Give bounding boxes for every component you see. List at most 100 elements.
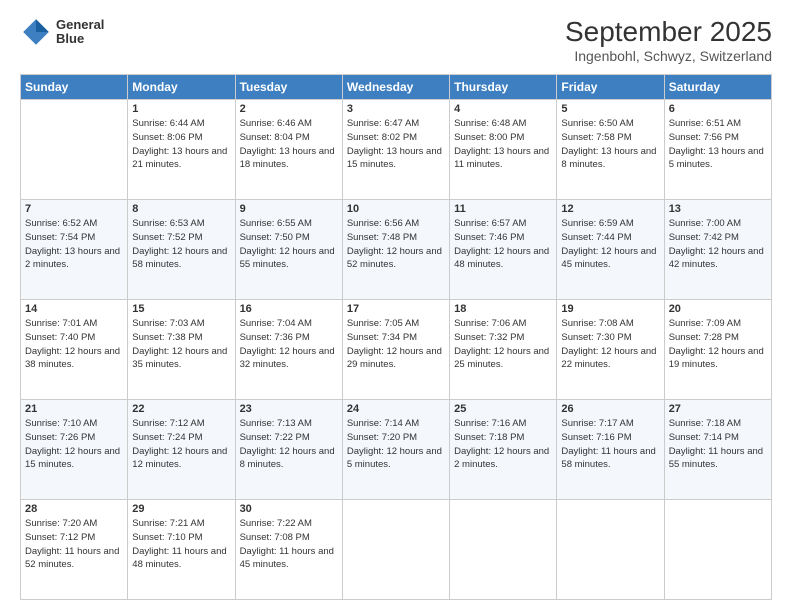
logo-icon <box>20 16 52 48</box>
logo-line2: Blue <box>56 32 104 46</box>
day-number: 11 <box>454 203 552 215</box>
page: General Blue September 2025 Ingenbohl, S… <box>0 0 792 612</box>
calendar-cell: 29Sunrise: 7:21 AMSunset: 7:10 PMDayligh… <box>128 500 235 600</box>
day-info: Sunrise: 6:51 AMSunset: 7:56 PMDaylight:… <box>669 117 767 172</box>
day-info: Sunrise: 7:20 AMSunset: 7:12 PMDaylight:… <box>25 517 123 572</box>
calendar-cell: 16Sunrise: 7:04 AMSunset: 7:36 PMDayligh… <box>235 300 342 400</box>
day-header-monday: Monday <box>128 75 235 100</box>
calendar-cell: 11 Sunrise: 6:57 AMSunset: 7:46 PMDayligh… <box>450 200 557 300</box>
calendar-week-2: 7 Sunrise: 6:52 AMSunset: 7:54 PMDaylight… <box>21 200 772 300</box>
day-info: Sunrise: 6:47 AMSunset: 8:02 PMDaylight:… <box>347 117 445 172</box>
calendar-subtitle: Ingenbohl, Schwyz, Switzerland <box>565 48 772 64</box>
calendar-week-1: 1 Sunrise: 6:44 AMSunset: 8:06 PMDaylight… <box>21 100 772 200</box>
day-header-tuesday: Tuesday <box>235 75 342 100</box>
calendar-cell: 2Sunrise: 6:46 AMSunset: 8:04 PMDaylight… <box>235 100 342 200</box>
calendar-title: September 2025 <box>565 16 772 48</box>
calendar-table: SundayMondayTuesdayWednesdayThursdayFrid… <box>20 74 772 600</box>
day-header-thursday: Thursday <box>450 75 557 100</box>
day-info: Sunrise: 6:52 AMSunset: 7:54 PMDaylight:… <box>25 217 123 272</box>
calendar-cell: 9 Sunrise: 6:55 AMSunset: 7:50 PMDaylight… <box>235 200 342 300</box>
day-number: 10 <box>347 203 445 215</box>
calendar-cell: 24 Sunrise: 7:14 AMSunset: 7:20 PMDayligh… <box>342 400 449 500</box>
day-number: 20 <box>669 303 767 315</box>
day-number: 7 <box>25 203 123 215</box>
day-info: Sunrise: 7:03 AMSunset: 7:38 PMDaylight:… <box>132 317 230 372</box>
day-number: 12 <box>561 203 659 215</box>
day-number: 23 <box>240 403 338 415</box>
calendar-week-3: 14Sunrise: 7:01 AMSunset: 7:40 PMDayligh… <box>21 300 772 400</box>
calendar-cell: 18 Sunrise: 7:06 AMSunset: 7:32 PMDayligh… <box>450 300 557 400</box>
day-info: Sunrise: 7:10 AMSunset: 7:26 PMDaylight:… <box>25 417 123 472</box>
day-number: 26 <box>561 403 659 415</box>
day-info: Sunrise: 7:13 AMSunset: 7:22 PMDaylight:… <box>240 417 338 472</box>
day-info: Sunrise: 6:55 AMSunset: 7:50 PMDaylight:… <box>240 217 338 272</box>
day-info: Sunrise: 6:44 AMSunset: 8:06 PMDaylight:… <box>132 117 230 172</box>
calendar-cell: 3 Sunrise: 6:47 AMSunset: 8:02 PMDaylight… <box>342 100 449 200</box>
calendar-cell: 12 Sunrise: 6:59 AMSunset: 7:44 PMDayligh… <box>557 200 664 300</box>
day-number: 28 <box>25 503 123 515</box>
calendar-cell: 27 Sunrise: 7:18 AMSunset: 7:14 PMDayligh… <box>664 400 771 500</box>
calendar-cell: 20 Sunrise: 7:09 AMSunset: 7:28 PMDayligh… <box>664 300 771 400</box>
day-number: 6 <box>669 103 767 115</box>
day-info: Sunrise: 7:09 AMSunset: 7:28 PMDaylight:… <box>669 317 767 372</box>
day-info: Sunrise: 6:56 AMSunset: 7:48 PMDaylight:… <box>347 217 445 272</box>
calendar-cell: 4Sunrise: 6:48 AMSunset: 8:00 PMDaylight… <box>450 100 557 200</box>
day-number: 1 <box>132 103 230 115</box>
day-number: 27 <box>669 403 767 415</box>
day-header-saturday: Saturday <box>664 75 771 100</box>
day-info: Sunrise: 7:14 AMSunset: 7:20 PMDaylight:… <box>347 417 445 472</box>
calendar-cell: 15 Sunrise: 7:03 AMSunset: 7:38 PMDayligh… <box>128 300 235 400</box>
calendar-cell: 1 Sunrise: 6:44 AMSunset: 8:06 PMDaylight… <box>128 100 235 200</box>
calendar-cell: 21 Sunrise: 7:10 AMSunset: 7:26 PMDayligh… <box>21 400 128 500</box>
day-info: Sunrise: 6:48 AMSunset: 8:00 PMDaylight:… <box>454 117 552 172</box>
calendar-cell <box>664 500 771 600</box>
day-info: Sunrise: 6:59 AMSunset: 7:44 PMDaylight:… <box>561 217 659 272</box>
day-info: Sunrise: 6:53 AMSunset: 7:52 PMDaylight:… <box>132 217 230 272</box>
calendar-cell: 30 Sunrise: 7:22 AMSunset: 7:08 PMDayligh… <box>235 500 342 600</box>
day-number: 25 <box>454 403 552 415</box>
calendar-week-4: 21 Sunrise: 7:10 AMSunset: 7:26 PMDayligh… <box>21 400 772 500</box>
day-number: 30 <box>240 503 338 515</box>
logo-line1: General <box>56 18 104 32</box>
day-header-wednesday: Wednesday <box>342 75 449 100</box>
calendar-header-row: SundayMondayTuesdayWednesdayThursdayFrid… <box>21 75 772 100</box>
title-block: September 2025 Ingenbohl, Schwyz, Switze… <box>565 16 772 64</box>
day-info: Sunrise: 7:22 AMSunset: 7:08 PMDaylight:… <box>240 517 338 572</box>
day-number: 21 <box>25 403 123 415</box>
day-number: 14 <box>25 303 123 315</box>
calendar-cell: 7 Sunrise: 6:52 AMSunset: 7:54 PMDaylight… <box>21 200 128 300</box>
logo-text: General Blue <box>56 18 104 47</box>
header: General Blue September 2025 Ingenbohl, S… <box>20 16 772 64</box>
calendar-cell: 19 Sunrise: 7:08 AMSunset: 7:30 PMDayligh… <box>557 300 664 400</box>
day-number: 29 <box>132 503 230 515</box>
day-info: Sunrise: 7:06 AMSunset: 7:32 PMDaylight:… <box>454 317 552 372</box>
calendar-cell: 22 Sunrise: 7:12 AMSunset: 7:24 PMDayligh… <box>128 400 235 500</box>
day-number: 24 <box>347 403 445 415</box>
calendar-cell: 14Sunrise: 7:01 AMSunset: 7:40 PMDayligh… <box>21 300 128 400</box>
day-number: 9 <box>240 203 338 215</box>
day-info: Sunrise: 7:12 AMSunset: 7:24 PMDaylight:… <box>132 417 230 472</box>
calendar-cell: 28 Sunrise: 7:20 AMSunset: 7:12 PMDayligh… <box>21 500 128 600</box>
calendar-cell: 17Sunrise: 7:05 AMSunset: 7:34 PMDayligh… <box>342 300 449 400</box>
calendar-cell <box>450 500 557 600</box>
calendar-cell: 23 Sunrise: 7:13 AMSunset: 7:22 PMDayligh… <box>235 400 342 500</box>
day-info: Sunrise: 6:57 AMSunset: 7:46 PMDaylight:… <box>454 217 552 272</box>
day-info: Sunrise: 7:17 AMSunset: 7:16 PMDaylight:… <box>561 417 659 472</box>
day-header-friday: Friday <box>557 75 664 100</box>
calendar-cell: 26 Sunrise: 7:17 AMSunset: 7:16 PMDayligh… <box>557 400 664 500</box>
calendar-cell <box>557 500 664 600</box>
calendar-cell: 6 Sunrise: 6:51 AMSunset: 7:56 PMDaylight… <box>664 100 771 200</box>
day-info: Sunrise: 7:08 AMSunset: 7:30 PMDaylight:… <box>561 317 659 372</box>
day-number: 18 <box>454 303 552 315</box>
day-info: Sunrise: 6:50 AMSunset: 7:58 PMDaylight:… <box>561 117 659 172</box>
calendar-cell <box>21 100 128 200</box>
day-number: 19 <box>561 303 659 315</box>
day-number: 15 <box>132 303 230 315</box>
calendar-cell: 25Sunrise: 7:16 AMSunset: 7:18 PMDayligh… <box>450 400 557 500</box>
day-number: 2 <box>240 103 338 115</box>
day-number: 22 <box>132 403 230 415</box>
day-number: 8 <box>132 203 230 215</box>
day-info: Sunrise: 7:18 AMSunset: 7:14 PMDaylight:… <box>669 417 767 472</box>
day-number: 16 <box>240 303 338 315</box>
day-number: 3 <box>347 103 445 115</box>
